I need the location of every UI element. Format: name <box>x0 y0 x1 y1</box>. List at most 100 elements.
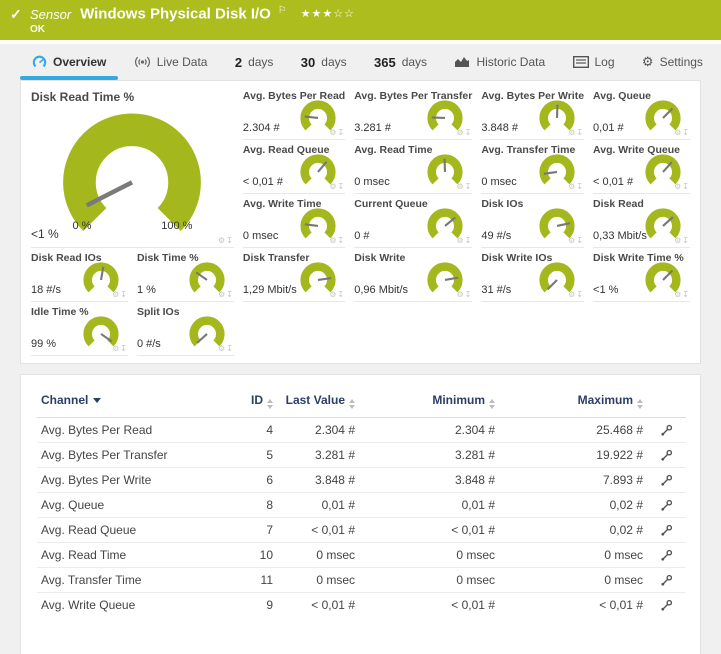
channel-row[interactable]: Avg. Write Queue9< 0,01 #< 0,01 #< 0,01 … <box>37 593 686 618</box>
channel-settings-icon[interactable] <box>660 574 673 587</box>
channel-settings-icon[interactable] <box>660 524 673 537</box>
channel-row[interactable]: Avg. Queue80,01 #0,01 #0,02 # <box>37 493 686 518</box>
gauge-disk-write-time[interactable]: Disk Write Time % <1 % ⚙↧ <box>593 248 690 302</box>
channel-row[interactable]: Avg. Bytes Per Transfer53.281 #3.281 #19… <box>37 443 686 468</box>
gauge-disk-read[interactable]: Disk Read 0,33 Mbit/s ⚙↧ <box>593 194 690 248</box>
pin-icon[interactable]: ↧ <box>576 236 584 245</box>
column-header-last-value[interactable]: Last Value <box>277 389 359 418</box>
tab-settings[interactable]: ⚙Settings <box>640 44 705 80</box>
gauge-disk-read-ios[interactable]: Disk Read IOs 18 #/s ⚙↧ <box>31 248 128 302</box>
tab-historic-data[interactable]: Historic Data <box>452 44 547 80</box>
gauge-avg-read-queue[interactable]: Avg. Read Queue < 0,01 # ⚙↧ <box>243 140 345 194</box>
pin-icon[interactable]: ↧ <box>338 290 346 299</box>
gauge-avg-queue[interactable]: Avg. Queue 0,01 # ⚙↧ <box>593 86 690 140</box>
gauge-avg-transfer-time[interactable]: Avg. Transfer Time 0 msec ⚙↧ <box>481 140 584 194</box>
gauge-split-ios[interactable]: Split IOs 0 #/s ⚙↧ <box>137 302 234 356</box>
channel-tools-cell[interactable] <box>647 593 686 618</box>
gauge-disk-write-ios[interactable]: Disk Write IOs 31 #/s ⚙↧ <box>481 248 584 302</box>
channel-row[interactable]: Avg. Transfer Time110 msec0 msec0 msec <box>37 568 686 593</box>
channel-settings-icon[interactable] <box>660 499 673 512</box>
pin-icon[interactable]: ↧ <box>682 128 690 137</box>
gear-icon[interactable]: ⚙ <box>456 236 464 245</box>
pin-icon[interactable]: ↧ <box>576 182 584 191</box>
pin-icon[interactable]: ↧ <box>465 128 473 137</box>
pin-icon[interactable]: ↧ <box>338 128 346 137</box>
gear-icon[interactable]: ⚙ <box>329 182 337 191</box>
channel-tools-cell[interactable] <box>647 543 686 568</box>
gear-icon[interactable]: ⚙ <box>456 128 464 137</box>
tab-days[interactable]: 30days <box>299 44 349 80</box>
gauge-disk-write[interactable]: Disk Write 0,96 Mbit/s ⚙↧ <box>354 248 472 302</box>
channel-row[interactable]: Avg. Read Queue7< 0,01 #< 0,01 #0,02 # <box>37 518 686 543</box>
gauge-avg-write-time[interactable]: Avg. Write Time 0 msec ⚙↧ <box>243 194 345 248</box>
pin-icon[interactable]: ↧ <box>465 290 473 299</box>
sort-desc-icon <box>93 398 101 403</box>
pin-icon[interactable]: ↧ <box>120 290 128 299</box>
sensor-label: Sensor <box>30 7 71 22</box>
channel-id: 8 <box>227 493 277 518</box>
channel-tools-cell[interactable] <box>647 493 686 518</box>
gauge-avg-read-time[interactable]: Avg. Read Time 0 msec ⚙↧ <box>354 140 472 194</box>
gear-icon[interactable]: ⚙ <box>218 236 226 245</box>
rating-stars[interactable]: ★★★☆☆ <box>301 8 355 20</box>
gauge-avg-bytes-per-transfer[interactable]: Avg. Bytes Per Transfer 3.281 # ⚙↧ <box>354 86 472 140</box>
gear-icon[interactable]: ⚙ <box>456 182 464 191</box>
pin-icon[interactable]: ↧ <box>576 128 584 137</box>
pin-icon[interactable]: ↧ <box>465 182 473 191</box>
pin-icon[interactable]: ↧ <box>226 344 234 353</box>
pin-icon[interactable]: ↧ <box>338 182 346 191</box>
pin-icon[interactable]: ↧ <box>576 290 584 299</box>
channel-table: Channel ID Last Value Minimum Maximum Av… <box>37 389 686 617</box>
column-header-minimum[interactable]: Minimum <box>359 389 499 418</box>
gear-icon[interactable]: ⚙ <box>218 344 226 353</box>
tab-overview[interactable]: Overview <box>30 44 108 80</box>
channel-settings-icon[interactable] <box>660 549 673 562</box>
pin-icon[interactable]: ↧ <box>226 236 234 245</box>
gauge-current-queue[interactable]: Current Queue 0 # ⚙↧ <box>354 194 472 248</box>
gauge-disk-ios[interactable]: Disk IOs 49 #/s ⚙↧ <box>481 194 584 248</box>
channel-settings-icon[interactable] <box>660 599 673 612</box>
tab-days[interactable]: 2days <box>233 44 276 80</box>
channel-tools-cell[interactable] <box>647 468 686 493</box>
pin-icon[interactable]: ↧ <box>682 290 690 299</box>
column-header-channel[interactable]: Channel <box>37 389 227 418</box>
gauge-disk-time[interactable]: Disk Time % 1 % ⚙↧ <box>137 248 234 302</box>
priority-flag-icon[interactable]: ⚐ <box>278 5 287 16</box>
channel-tools-cell[interactable] <box>647 443 686 468</box>
gauge-avg-bytes-per-write[interactable]: Avg. Bytes Per Write 3.848 # ⚙↧ <box>481 86 584 140</box>
gauge-scale-max: 100 % <box>161 220 192 232</box>
channel-row[interactable]: Avg. Read Time100 msec0 msec0 msec <box>37 543 686 568</box>
channel-settings-icon[interactable] <box>660 449 673 462</box>
channel-settings-icon[interactable] <box>660 474 673 487</box>
channel-tools-cell[interactable] <box>647 518 686 543</box>
tab-live-data[interactable]: Live Data <box>132 44 210 80</box>
gear-icon[interactable]: ⚙ <box>329 236 337 245</box>
gear-icon[interactable]: ⚙ <box>456 290 464 299</box>
pin-icon[interactable]: ↧ <box>682 236 690 245</box>
channel-minimum: 2.304 # <box>359 418 499 443</box>
column-header-id[interactable]: ID <box>227 389 277 418</box>
pin-icon[interactable]: ↧ <box>465 236 473 245</box>
column-header-maximum[interactable]: Maximum <box>499 389 647 418</box>
pin-icon[interactable]: ↧ <box>338 236 346 245</box>
channel-row[interactable]: Avg. Bytes Per Read42.304 #2.304 #25.468… <box>37 418 686 443</box>
gear-icon[interactable]: ⚙ <box>218 290 226 299</box>
gear-icon[interactable]: ⚙ <box>329 128 337 137</box>
channel-row[interactable]: Avg. Bytes Per Write63.848 #3.848 #7.893… <box>37 468 686 493</box>
gauge-value: 0 #/s <box>137 338 161 350</box>
gear-icon[interactable]: ⚙ <box>329 290 337 299</box>
primary-gauge-disk-read-time[interactable]: Disk Read Time % 0 % 100 % <1 % ⚙↧ <box>31 86 234 248</box>
channel-settings-icon[interactable] <box>660 424 673 437</box>
channel-tools-cell[interactable] <box>647 418 686 443</box>
pin-icon[interactable]: ↧ <box>226 290 234 299</box>
tab-days[interactable]: 365days <box>372 44 429 80</box>
pin-icon[interactable]: ↧ <box>682 182 690 191</box>
channel-tools-cell[interactable] <box>647 568 686 593</box>
tab-log[interactable]: Log <box>571 44 617 80</box>
gauge-avg-bytes-per-read[interactable]: Avg. Bytes Per Read 2.304 # ⚙↧ <box>243 86 345 140</box>
gauge-avg-write-queue[interactable]: Avg. Write Queue < 0,01 # ⚙↧ <box>593 140 690 194</box>
channel-id: 9 <box>227 593 277 618</box>
gauge-disk-transfer[interactable]: Disk Transfer 1,29 Mbit/s ⚙↧ <box>243 248 345 302</box>
gauge-idle-time[interactable]: Idle Time % 99 % ⚙↧ <box>31 302 128 356</box>
pin-icon[interactable]: ↧ <box>120 344 128 353</box>
